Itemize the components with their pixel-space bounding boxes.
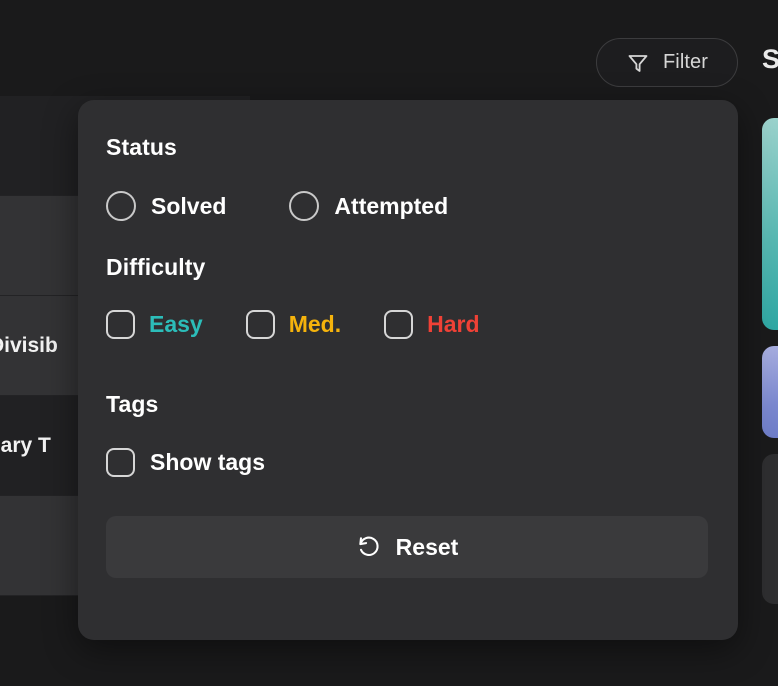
list-item-title: inary T [0, 433, 51, 457]
difficulty-options: Easy Med. Hard [106, 310, 710, 339]
side-card-plain[interactable] [762, 454, 778, 604]
status-option-attempted[interactable]: Attempted [289, 191, 448, 221]
side-card-teal[interactable] [762, 118, 778, 330]
tags-option-show-tags[interactable]: Show tags [106, 448, 265, 477]
checkbox-icon[interactable] [106, 448, 135, 477]
reset-button[interactable]: Reset [106, 516, 708, 578]
side-card-stack [756, 110, 778, 604]
side-card-blue[interactable] [762, 346, 778, 438]
tags-option-show-tags-label: Show tags [150, 449, 266, 475]
status-option-attempted-label: Attempted [334, 192, 449, 219]
filter-button[interactable]: Filter [596, 38, 738, 87]
list-item-title: -Divisib [0, 333, 58, 357]
filter-button-label: Filter [662, 51, 709, 73]
section-title-status: Status [106, 134, 177, 160]
status-options: Solved Attempted [106, 191, 710, 221]
difficulty-option-hard[interactable]: Hard [384, 310, 480, 339]
status-option-solved[interactable]: Solved [106, 191, 226, 221]
rotate-ccw-icon [356, 534, 382, 560]
filter-dropdown-panel: Status Solved Attempted Difficulty Easy … [78, 100, 738, 640]
funnel-icon [626, 51, 650, 75]
section-title-difficulty: Difficulty [106, 254, 206, 280]
difficulty-option-medium[interactable]: Med. [245, 310, 342, 339]
checkbox-icon[interactable] [384, 310, 414, 339]
radio-icon[interactable] [106, 191, 136, 221]
reset-button-label: Reset [395, 533, 459, 560]
status-option-solved-label: Solved [151, 192, 227, 219]
checkbox-icon[interactable] [106, 310, 135, 339]
checkbox-icon[interactable] [245, 310, 275, 339]
top-bar: Filter S [0, 0, 778, 96]
tags-options: Show tags [106, 448, 710, 477]
difficulty-option-medium-label: Med. [288, 311, 342, 337]
difficulty-option-easy-label: Easy [149, 311, 203, 337]
radio-icon[interactable] [289, 191, 320, 221]
difficulty-option-hard-label: Hard [427, 311, 480, 337]
topbar-truncated-heading: S [762, 44, 778, 74]
difficulty-option-easy[interactable]: Easy [106, 310, 203, 339]
section-title-tags: Tags [106, 391, 159, 417]
